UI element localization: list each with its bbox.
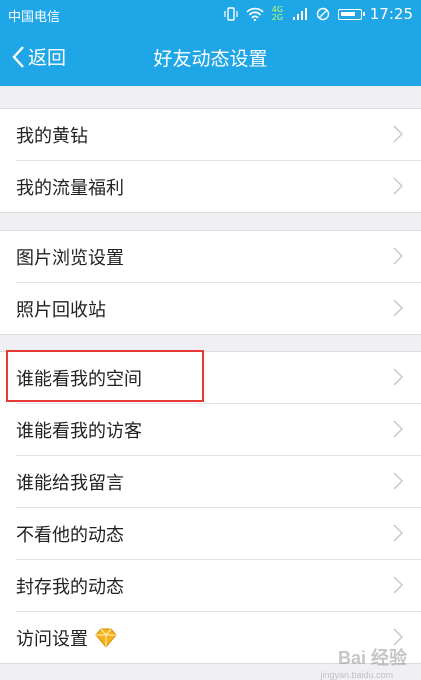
- setting-label: 图片浏览设置: [16, 247, 124, 269]
- page-title: 好友动态设置: [153, 48, 268, 70]
- settings-group-1: 我的黄钻 我的流量福利: [0, 108, 421, 213]
- setting-item-archive-my-feed[interactable]: 封存我的动态: [16, 560, 421, 612]
- settings-group-3: 谁能看我的空间 谁能看我的访客 谁能给我留言 不看他的动态 封存我的动态 访问设…: [0, 351, 421, 664]
- setting-item-hide-their-feed[interactable]: 不看他的动态: [16, 508, 421, 560]
- chevron-right-icon: [393, 125, 403, 143]
- setting-label: 谁能看我的空间: [16, 368, 142, 390]
- setting-label: 访问设置: [16, 628, 88, 650]
- setting-label: 我的流量福利: [16, 177, 124, 199]
- chevron-right-icon: [393, 177, 403, 195]
- setting-item-who-can-view-visitors[interactable]: 谁能看我的访客: [16, 404, 421, 456]
- setting-label: 不看他的动态: [16, 524, 124, 546]
- chevron-right-icon: [393, 576, 403, 594]
- carrier-label: 中国电信: [8, 10, 61, 25]
- setting-label: 照片回收站: [16, 299, 106, 321]
- setting-item-image-browsing[interactable]: 图片浏览设置: [16, 231, 421, 283]
- no-disturb-icon: [316, 7, 329, 21]
- setting-item-yellow-diamond[interactable]: 我的黄钻: [16, 109, 421, 161]
- vibrate-icon: [224, 7, 238, 21]
- chevron-right-icon: [393, 247, 403, 265]
- setting-item-data-perks[interactable]: 我的流量福利: [16, 161, 421, 212]
- clock: 17:25: [369, 5, 413, 23]
- settings-group-2: 图片浏览设置 照片回收站: [0, 230, 421, 335]
- setting-item-photo-recycle-bin[interactable]: 照片回收站: [16, 283, 421, 334]
- network-type-label: 4G 2G: [271, 5, 284, 22]
- setting-label: 谁能看我的访客: [16, 420, 142, 442]
- battery-icon: [337, 8, 365, 20]
- chevron-right-icon: [393, 299, 403, 317]
- diamond-icon: [95, 628, 117, 648]
- watermark: Bai 经验: [337, 648, 407, 668]
- setting-label: 我的黄钻: [16, 125, 88, 147]
- chevron-right-icon: [393, 472, 403, 490]
- status-bar: 中国电信 4G 2G 17:25: [0, 0, 421, 28]
- setting-item-who-can-view-space[interactable]: 谁能看我的空间: [16, 352, 421, 404]
- chevron-right-icon: [393, 524, 403, 542]
- setting-label-wrap: 访问设置: [16, 625, 118, 651]
- chevron-right-icon: [393, 368, 403, 386]
- status-icons: 4G 2G 17:25: [224, 5, 413, 23]
- signal-icon: [292, 8, 307, 20]
- setting-label: 封存我的动态: [16, 576, 124, 598]
- section-separator: [0, 86, 421, 108]
- watermark-url: jingyan.baidu.com: [320, 670, 393, 680]
- navigation-bar: 返回 好友动态设置: [0, 28, 421, 86]
- wifi-icon: [246, 7, 264, 21]
- setting-item-who-can-leave-message[interactable]: 谁能给我留言: [16, 456, 421, 508]
- chevron-right-icon: [393, 420, 403, 438]
- setting-label: 谁能给我留言: [16, 472, 124, 494]
